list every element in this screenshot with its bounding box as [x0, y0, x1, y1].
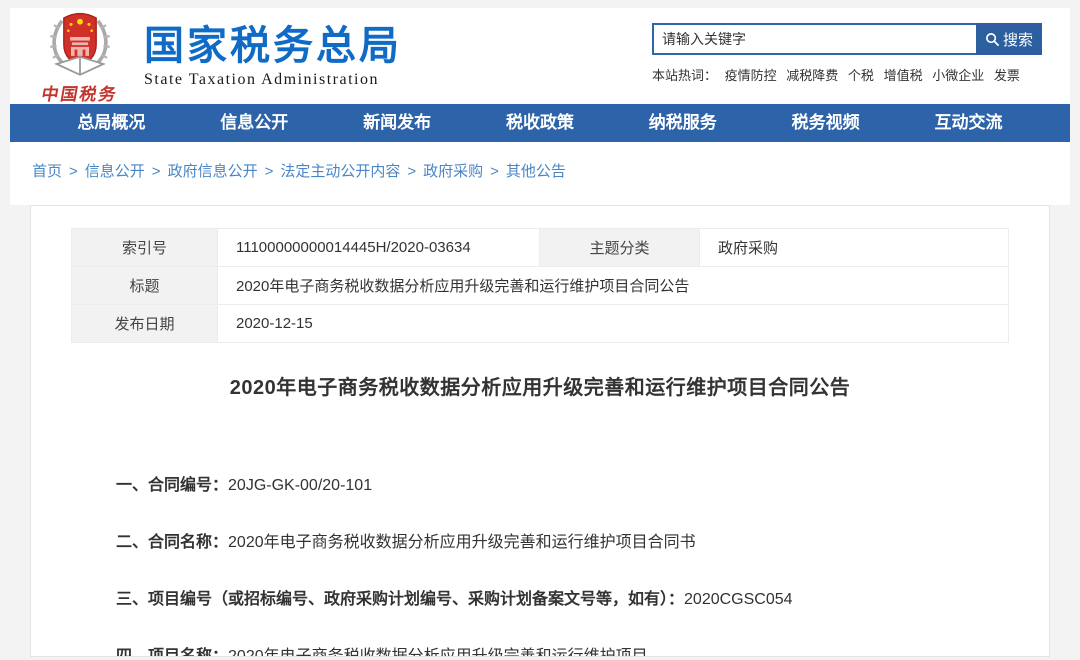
logo-calligraphy: 中国税务 — [22, 80, 138, 105]
project-number-label: 三、项目编号（或招标编号、政府采购计划编号、采购计划备案文号等，如有）： — [116, 591, 684, 608]
nav-item-tax-service[interactable]: 纳税服务 — [649, 104, 717, 142]
contract-name-value: 2020年电子商务税收数据分析应用升级完善和运行维护项目合同书 — [228, 534, 696, 551]
search-button-label: 搜索 — [1003, 29, 1033, 50]
meta-value-title: 2020年电子商务税收数据分析应用升级完善和运行维护项目合同公告 — [218, 267, 1009, 305]
hotword-link[interactable]: 个税 — [848, 68, 874, 83]
project-name-value: 2020年电子商务税收数据分析应用升级完善和运行维护项目 — [228, 648, 648, 657]
hotword-link[interactable]: 减税降费 — [786, 68, 838, 83]
site-header: 中国税务 国家税务总局 State Taxation Administratio… — [10, 8, 1070, 104]
nav-item-info-disclosure[interactable]: 信息公开 — [220, 104, 288, 142]
article-title: 2020年电子商务税收数据分析应用升级完善和运行维护项目合同公告 — [31, 371, 1049, 400]
search-icon — [985, 32, 1000, 47]
project-number-value: 2020CGSC054 — [684, 591, 793, 608]
article-panel: 索引号 11100000000014445H/2020-03634 主题分类 政… — [30, 205, 1050, 657]
hotword-link[interactable]: 增值税 — [884, 68, 923, 83]
breadcrumb-separator: > — [152, 163, 161, 180]
table-row: 标题 2020年电子商务税收数据分析应用升级完善和运行维护项目合同公告 — [72, 267, 1009, 305]
table-row: 索引号 11100000000014445H/2020-03634 主题分类 政… — [72, 229, 1009, 267]
tax-emblem-icon — [44, 10, 116, 82]
site-title-en: State Taxation Administration — [144, 71, 402, 89]
nav-item-tax-video[interactable]: 税务视频 — [792, 104, 860, 142]
table-row: 发布日期 2020-12-15 — [72, 305, 1009, 343]
breadcrumb-info-disclosure[interactable]: 信息公开 — [85, 163, 145, 180]
nav-item-overview[interactable]: 总局概况 — [77, 104, 145, 142]
search-input[interactable] — [652, 23, 976, 55]
breadcrumb-separator: > — [265, 163, 274, 180]
search-button[interactable]: 搜索 — [976, 23, 1042, 55]
meta-value-topic: 政府采购 — [700, 229, 1009, 267]
nav-item-news[interactable]: 新闻发布 — [363, 104, 431, 142]
article-body: 一、合同编号：20JG-GK-00/20-101 二、合同名称：2020年电子商… — [31, 476, 1049, 657]
main-nav: 总局概况 信息公开 新闻发布 税收政策 纳税服务 税务视频 互动交流 — [10, 104, 1070, 142]
hotword-link[interactable]: 发票 — [994, 68, 1020, 83]
breadcrumb-gov-procurement[interactable]: 政府采购 — [423, 163, 483, 180]
breadcrumb-gov-info[interactable]: 政府信息公开 — [168, 163, 258, 180]
meta-label-index: 索引号 — [72, 229, 218, 267]
breadcrumb-separator: > — [407, 163, 416, 180]
contract-number-value: 20JG-GK-00/20-101 — [228, 477, 372, 494]
breadcrumb-home[interactable]: 首页 — [32, 163, 62, 180]
contract-name-label: 二、合同名称： — [116, 534, 228, 551]
project-name-line: 四、项目名称：2020年电子商务税收数据分析应用升级完善和运行维护项目 — [116, 647, 964, 657]
project-name-label: 四、项目名称： — [116, 648, 228, 657]
hotword-link[interactable]: 小微企业 — [932, 68, 984, 83]
meta-label-topic: 主题分类 — [540, 229, 700, 267]
search-area: 搜索 本站热词： 疫情防控 减税降费 个税 增值税 小微企业 发票 — [652, 23, 1042, 84]
breadcrumb-statutory-disclosure[interactable]: 法定主动公开内容 — [280, 163, 400, 180]
nav-item-tax-policy[interactable]: 税收政策 — [506, 104, 574, 142]
breadcrumb-other-notices[interactable]: 其他公告 — [506, 163, 566, 180]
site-names: 国家税务总局 State Taxation Administration — [144, 24, 402, 89]
hotwords-bar: 本站热词： 疫情防控 减税降费 个税 增值税 小微企业 发票 — [652, 65, 1042, 84]
site-title-cn: 国家税务总局 — [144, 24, 402, 68]
meta-label-pubdate: 发布日期 — [72, 305, 218, 343]
meta-label-title: 标题 — [72, 267, 218, 305]
meta-value-index: 11100000000014445H/2020-03634 — [218, 229, 540, 267]
nav-item-interaction[interactable]: 互动交流 — [934, 104, 1002, 142]
meta-value-pubdate: 2020-12-15 — [218, 305, 1009, 343]
contract-name-line: 二、合同名称：2020年电子商务税收数据分析应用升级完善和运行维护项目合同书 — [116, 533, 964, 553]
page-wrapper: 中国税务 国家税务总局 State Taxation Administratio… — [10, 8, 1070, 657]
breadcrumb-separator: > — [490, 163, 499, 180]
document-meta-table: 索引号 11100000000014445H/2020-03634 主题分类 政… — [71, 228, 1009, 343]
hotwords-label: 本站热词： — [652, 68, 717, 83]
contract-number-line: 一、合同编号：20JG-GK-00/20-101 — [116, 476, 964, 496]
project-number-line: 三、项目编号（或招标编号、政府采购计划编号、采购计划备案文号等，如有）：2020… — [116, 590, 964, 610]
breadcrumb-separator: > — [69, 163, 78, 180]
contract-number-label: 一、合同编号： — [116, 477, 228, 494]
hotword-link[interactable]: 疫情防控 — [725, 68, 777, 83]
site-logo[interactable]: 中国税务 — [24, 10, 136, 105]
breadcrumb: 首页 > 信息公开 > 政府信息公开 > 法定主动公开内容 > 政府采购 > 其他公告 — [10, 142, 1070, 205]
